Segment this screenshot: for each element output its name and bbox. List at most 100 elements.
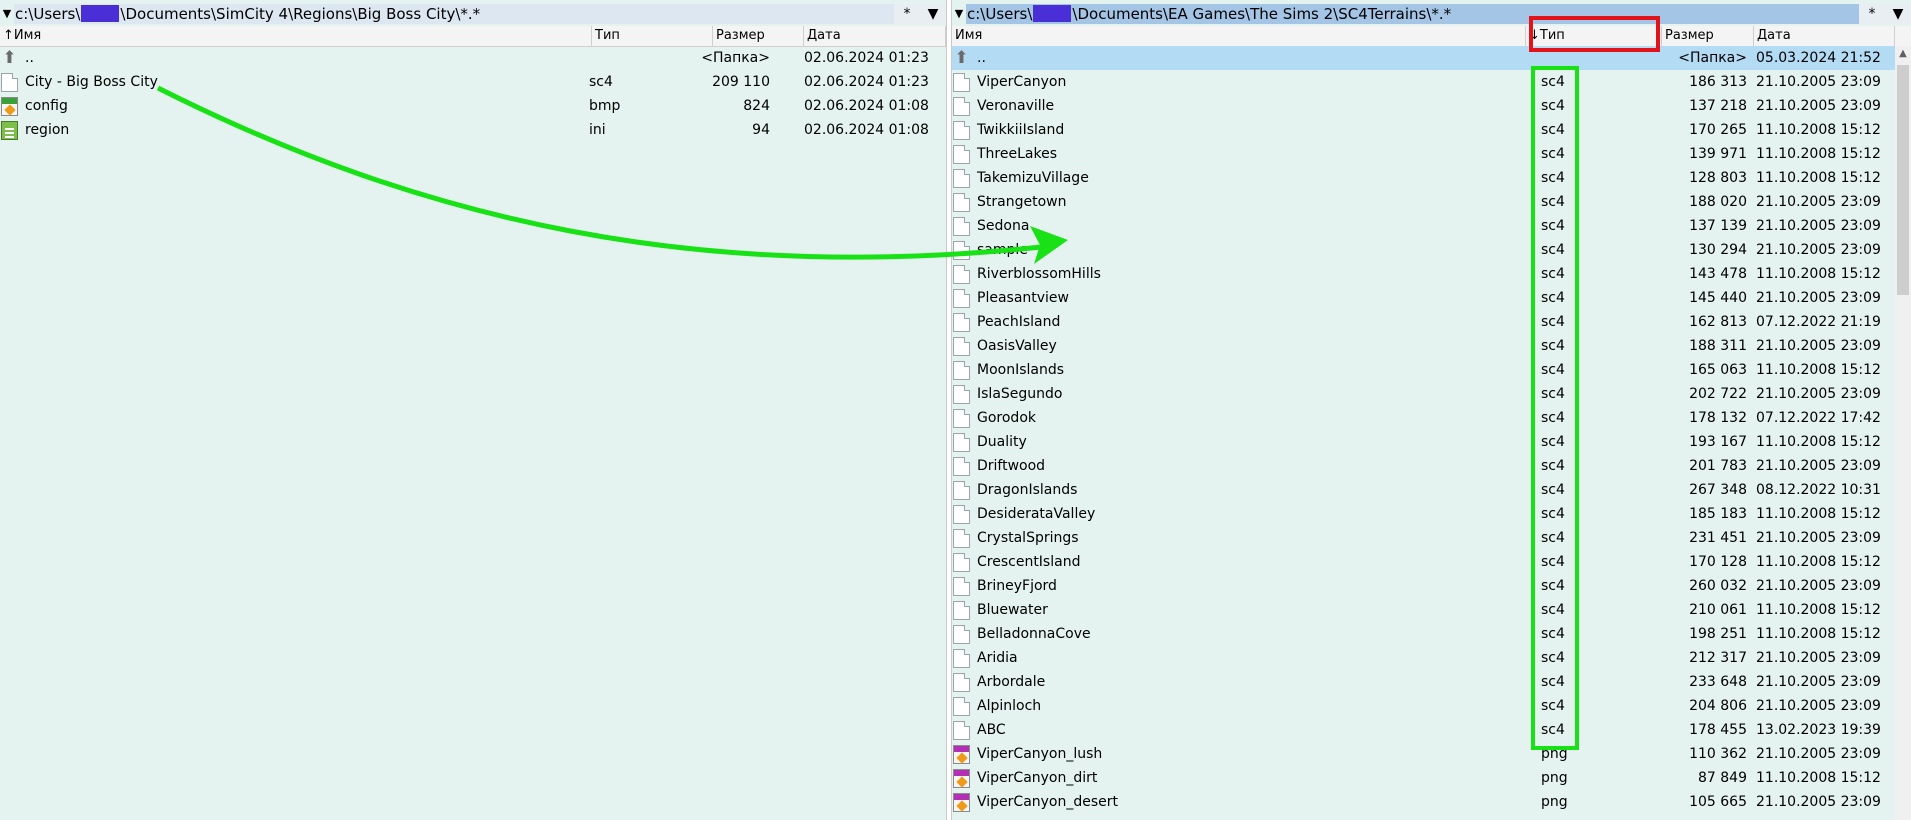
file-row[interactable]: config bmp 824 02.06.2024 01:08 xyxy=(0,94,946,118)
file-size: 209 110 xyxy=(712,74,770,90)
file-size: 145 440 xyxy=(1689,290,1747,306)
file-size: 137 218 xyxy=(1689,98,1747,114)
left-col-name[interactable]: ↑Имя xyxy=(0,26,592,46)
file-icon xyxy=(953,673,970,692)
left-drive-dropdown-icon[interactable]: ▼ xyxy=(0,7,14,20)
file-size: 212 317 xyxy=(1689,650,1747,666)
file-size: 178 455 xyxy=(1689,722,1747,738)
file-name: Arbordale xyxy=(977,674,1046,690)
file-row[interactable]: DesiderataValley sc4 185 183 11.10.2008 15:… xyxy=(952,502,1911,526)
file-size: 139 971 xyxy=(1689,146,1747,162)
file-name: BrineyFjord xyxy=(977,578,1057,594)
file-row[interactable]: IslaSegundo sc4 202 722 21.10.2005 23:09 xyxy=(952,382,1911,406)
bmp-image-icon xyxy=(1,97,18,116)
file-date: 21.10.2005 23:09 xyxy=(1756,290,1881,306)
file-type: ini xyxy=(589,122,606,138)
file-row[interactable]: Aridia sc4 212 317 21.10.2005 23:09 xyxy=(952,646,1911,670)
file-row[interactable]: BelladonnaCove sc4 198 251 11.10.2008 15:12 xyxy=(952,622,1911,646)
file-date: 21.10.2005 23:09 xyxy=(1756,194,1881,210)
file-name: Gorodok xyxy=(977,410,1036,426)
left-path-bar: ▼ c:\Users\ \Documents\SimCity 4\Regions\… xyxy=(0,2,946,25)
file-row[interactable]: TwikkiiIsland sc4 170 265 11.10.2008 15:12 xyxy=(952,118,1911,142)
file-row[interactable]: Strangetown sc4 188 020 21.10.2005 23:09 xyxy=(952,190,1911,214)
file-name: ViperCanyon_desert xyxy=(977,794,1119,810)
file-date: 11.10.2008 15:12 xyxy=(1756,362,1881,378)
file-name: CrystalSprings xyxy=(977,530,1079,546)
file-row[interactable]: Gorodok sc4 178 132 07.12.2022 17:42 xyxy=(952,406,1911,430)
left-hotlist-button[interactable]: * xyxy=(894,3,920,24)
file-row[interactable]: PeachIsland sc4 162 813 07.12.2022 21:19 xyxy=(952,310,1911,334)
file-date: 11.10.2008 15:12 xyxy=(1756,626,1881,642)
file-row[interactable]: Veronaville sc4 137 218 21.10.2005 23:09 xyxy=(952,94,1911,118)
file-date: 21.10.2005 23:09 xyxy=(1756,530,1881,546)
file-row[interactable]: Pleasantview sc4 145 440 21.10.2005 23:09 xyxy=(952,286,1911,310)
file-row[interactable]: region ini 94 02.06.2024 01:08 xyxy=(0,118,946,142)
scroll-up-icon[interactable]: ▲ xyxy=(1895,46,1911,62)
file-row[interactable]: Alpinloch sc4 204 806 21.10.2005 23:09 xyxy=(952,694,1911,718)
file-row[interactable]: Arbordale sc4 233 648 21.10.2005 23:09 xyxy=(952,670,1911,694)
file-row[interactable]: CrescentIsland sc4 170 128 11.10.2008 15:12 xyxy=(952,550,1911,574)
file-row[interactable]: City - Big Boss City sc4 209 110 02.06.2024… xyxy=(0,70,946,94)
file-size: 260 032 xyxy=(1689,578,1747,594)
left-col-size[interactable]: Размер xyxy=(713,26,804,46)
file-row[interactable]: DragonIslands sc4 267 348 08.12.2022 10:31 xyxy=(952,478,1911,502)
right-hotlist-button[interactable]: * xyxy=(1859,3,1885,24)
file-icon xyxy=(953,433,970,452)
file-icon xyxy=(953,721,970,740)
png-image-icon xyxy=(953,769,970,788)
right-drive-dropdown-icon[interactable]: ▼ xyxy=(952,7,966,20)
file-row[interactable]: Sedona sc4 137 139 21.10.2005 23:09 xyxy=(952,214,1911,238)
right-scrollbar[interactable]: ▲ xyxy=(1895,46,1911,820)
left-col-date[interactable]: Дата xyxy=(804,26,946,46)
file-row[interactable]: MoonIslands sc4 165 063 11.10.2008 15:12 xyxy=(952,358,1911,382)
file-row[interactable]: Duality sc4 193 167 11.10.2008 15:12 xyxy=(952,430,1911,454)
left-current-path[interactable]: c:\Users\ \Documents\SimCity 4\Regions\Bi… xyxy=(14,3,894,24)
parent-dir-row[interactable]: ⬆.. <Папка> 05.03.2024 21:52 xyxy=(952,46,1911,70)
file-row[interactable]: OasisValley sc4 188 311 21.10.2005 23:09 xyxy=(952,334,1911,358)
file-row[interactable]: sample sc4 130 294 21.10.2005 23:09 xyxy=(952,238,1911,262)
scroll-thumb[interactable] xyxy=(1897,65,1909,295)
right-path-prefix: c:\Users\ xyxy=(967,4,1033,23)
parent-dir-row[interactable]: ⬆.. <Папка> 02.06.2024 01:23 xyxy=(0,46,946,70)
file-date: 21.10.2005 23:09 xyxy=(1756,242,1881,258)
file-name: BelladonnaCove xyxy=(977,626,1091,642)
left-history-button[interactable]: ▼ xyxy=(920,3,946,24)
file-row[interactable]: ViperCanyon_dirt png 87 849 11.10.2008 15:1… xyxy=(952,766,1911,790)
file-row[interactable]: Bluewater sc4 210 061 11.10.2008 15:12 xyxy=(952,598,1911,622)
file-row[interactable]: TakemizuVillage sc4 128 803 11.10.2008 15:1… xyxy=(952,166,1911,190)
file-icon xyxy=(953,97,970,116)
file-name: Duality xyxy=(977,434,1027,450)
right-col-date[interactable]: Дата xyxy=(1754,26,1895,46)
file-row[interactable]: BrineyFjord sc4 260 032 21.10.2005 23:09 xyxy=(952,574,1911,598)
file-name: Alpinloch xyxy=(977,698,1042,714)
left-col-type[interactable]: Тип xyxy=(592,26,713,46)
file-size: 204 806 xyxy=(1689,698,1747,714)
right-current-path[interactable]: c:\Users\ \Documents\EA Games\The Sims 2\… xyxy=(966,3,1859,24)
file-icon xyxy=(953,121,970,140)
file-icon xyxy=(953,409,970,428)
file-date: 02.06.2024 01:08 xyxy=(804,98,929,114)
file-icon xyxy=(953,481,970,500)
file-row[interactable]: RiverblossomHills sc4 143 478 11.10.2008 15… xyxy=(952,262,1911,286)
file-row[interactable]: ViperCanyon_lush png 110 362 21.10.2005 23:… xyxy=(952,742,1911,766)
file-row[interactable]: Driftwood sc4 201 783 21.10.2005 23:09 xyxy=(952,454,1911,478)
file-icon xyxy=(953,505,970,524)
file-name: MoonIslands xyxy=(977,362,1065,378)
right-file-panel: ▼ c:\Users\ \Documents\EA Games\The Sims … xyxy=(952,0,1911,820)
file-size: 233 648 xyxy=(1689,674,1747,690)
right-col-name[interactable]: Имя xyxy=(952,26,1526,46)
file-icon xyxy=(953,697,970,716)
file-row[interactable]: ViperCanyon_desert png 105 665 21.10.2005 2… xyxy=(952,790,1911,814)
file-size: <Папка> xyxy=(1678,50,1747,66)
green-highlight-type-column xyxy=(1531,66,1579,750)
file-row[interactable]: CrystalSprings sc4 231 451 21.10.2005 23:09 xyxy=(952,526,1911,550)
file-size: 186 313 xyxy=(1689,74,1747,90)
file-row[interactable]: ThreeLakes sc4 139 971 11.10.2008 15:12 xyxy=(952,142,1911,166)
file-row[interactable]: ViperCanyon sc4 186 313 21.10.2005 23:09 xyxy=(952,70,1911,94)
up-folder-icon: ⬆ xyxy=(2,48,17,68)
right-col-size[interactable]: Размер xyxy=(1662,26,1754,46)
right-history-button[interactable]: ▼ xyxy=(1885,3,1911,24)
file-type xyxy=(589,46,699,70)
file-type: bmp xyxy=(589,98,621,114)
file-row[interactable]: ABC sc4 178 455 13.02.2023 19:39 xyxy=(952,718,1911,742)
